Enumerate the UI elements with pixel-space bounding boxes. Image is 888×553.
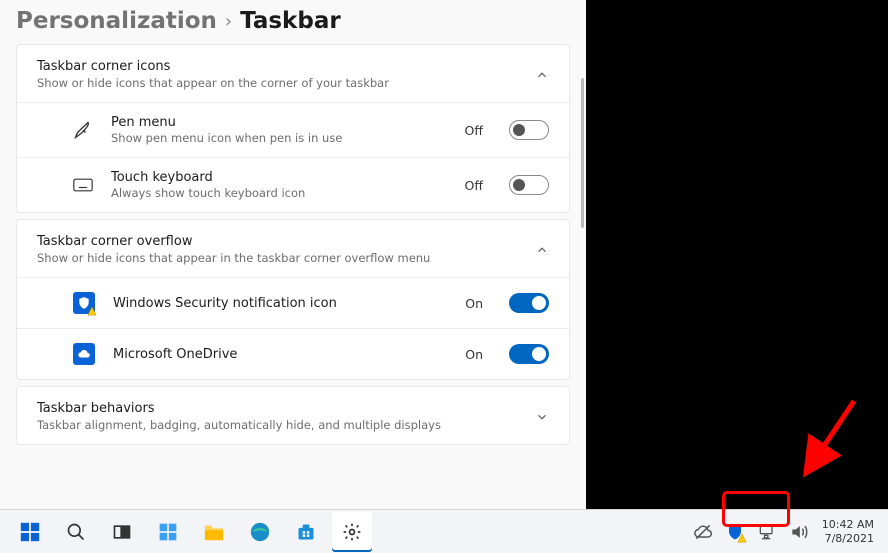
taskbar-tray: 10:42 AM 7/8/2021 (688, 518, 880, 544)
corner-overflow-sub: Show or hide icons that appear in the ta… (37, 251, 430, 265)
onedrive-toggle[interactable] (509, 344, 549, 364)
scrollbar-thumb[interactable] (581, 78, 584, 228)
desktop-background (586, 0, 888, 509)
touch-keyboard-title: Touch keyboard (111, 170, 447, 185)
start-button[interactable] (10, 512, 50, 552)
corner-icons-sub: Show or hide icons that appear on the co… (37, 76, 389, 90)
behaviors-header[interactable]: Taskbar behaviors Taskbar alignment, bad… (17, 387, 569, 444)
pen-menu-title: Pen menu (111, 115, 447, 130)
tray-windows-security-icon[interactable] (724, 521, 746, 543)
pen-menu-state: Off (465, 123, 483, 138)
file-explorer-button[interactable] (194, 512, 234, 552)
annotation-arrow (794, 391, 874, 481)
corner-icons-title: Taskbar corner icons (37, 59, 389, 74)
top-area: Personalization › Taskbar Taskbar corner… (0, 0, 888, 509)
settings-app-button[interactable] (332, 512, 372, 552)
behaviors-sub: Taskbar alignment, badging, automaticall… (37, 418, 441, 432)
chevron-right-icon: › (225, 11, 232, 32)
tray-network-icon[interactable] (756, 521, 778, 543)
taskbar-clock[interactable]: 10:42 AM 7/8/2021 (816, 518, 880, 544)
row-windows-security: Windows Security notification icon On (17, 277, 569, 328)
breadcrumb-current: Taskbar (240, 8, 341, 34)
pen-menu-toggle[interactable] (509, 120, 549, 140)
windows-security-title: Windows Security notification icon (113, 296, 447, 311)
chevron-down-icon (535, 410, 549, 424)
edge-button[interactable] (240, 512, 280, 552)
breadcrumb: Personalization › Taskbar (16, 0, 570, 44)
tray-volume-icon[interactable] (788, 521, 810, 543)
onedrive-title: Microsoft OneDrive (113, 347, 447, 362)
screen: Personalization › Taskbar Taskbar corner… (0, 0, 888, 553)
pen-menu-sub: Show pen menu icon when pen is in use (111, 131, 447, 145)
corner-overflow-title: Taskbar corner overflow (37, 234, 430, 249)
corner-icons-header[interactable]: Taskbar corner icons Show or hide icons … (17, 45, 569, 102)
pen-icon (73, 120, 93, 140)
keyboard-icon (73, 175, 93, 195)
taskbar: 10:42 AM 7/8/2021 (0, 509, 888, 553)
windows-security-toggle[interactable] (509, 293, 549, 313)
onedrive-icon (73, 343, 95, 365)
settings-panel: Personalization › Taskbar Taskbar corner… (0, 0, 586, 509)
behaviors-title: Taskbar behaviors (37, 401, 441, 416)
windows-security-icon (73, 292, 95, 314)
row-touch-keyboard: Touch keyboard Always show touch keyboar… (17, 157, 569, 212)
taskbar-pinned-apps (8, 512, 372, 552)
task-view-button[interactable] (102, 512, 142, 552)
touch-keyboard-toggle[interactable] (509, 175, 549, 195)
touch-keyboard-sub: Always show touch keyboard icon (111, 186, 447, 200)
breadcrumb-parent[interactable]: Personalization (16, 8, 217, 34)
microsoft-store-button[interactable] (286, 512, 326, 552)
card-behaviors: Taskbar behaviors Taskbar alignment, bad… (16, 386, 570, 445)
row-onedrive: Microsoft OneDrive On (17, 328, 569, 379)
card-corner-icons: Taskbar corner icons Show or hide icons … (16, 44, 570, 213)
chevron-up-icon (535, 68, 549, 82)
search-button[interactable] (56, 512, 96, 552)
touch-keyboard-state: Off (465, 178, 483, 193)
chevron-up-icon (535, 243, 549, 257)
row-pen-menu: Pen menu Show pen menu icon when pen is … (17, 102, 569, 157)
clock-time: 10:42 AM (822, 518, 874, 531)
widgets-button[interactable] (148, 512, 188, 552)
corner-overflow-header[interactable]: Taskbar corner overflow Show or hide ico… (17, 220, 569, 277)
tray-onedrive-icon[interactable] (692, 521, 714, 543)
onedrive-state: On (465, 347, 483, 362)
card-corner-overflow: Taskbar corner overflow Show or hide ico… (16, 219, 570, 380)
windows-security-state: On (465, 296, 483, 311)
clock-date: 7/8/2021 (825, 532, 874, 545)
